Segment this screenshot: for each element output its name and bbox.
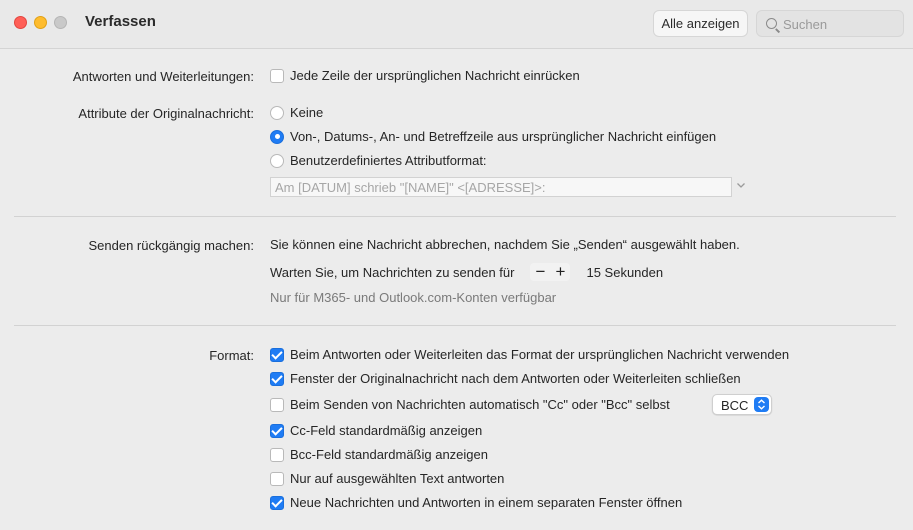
attribution-label: Attribute der Originalnachricht: — [78, 106, 254, 121]
up-down-chevron-icon — [754, 397, 769, 412]
format-option-original-format[interactable]: Beim Antworten oder Weiterleiten das For… — [270, 347, 789, 362]
undo-send-delay-row: Warten Sie, um Nachrichten zu senden für… — [270, 262, 664, 281]
search-field[interactable] — [756, 10, 904, 37]
show-all-button[interactable]: Alle anzeigen — [653, 10, 748, 37]
show-cc-checkbox[interactable] — [270, 423, 284, 438]
custom-attribution-input[interactable] — [271, 178, 731, 196]
separate-window-checkbox[interactable] — [270, 495, 284, 510]
attribution-option-none[interactable]: Keine — [270, 105, 323, 120]
format-option-show-cc[interactable]: Cc-Feld standardmäßig anzeigen — [270, 423, 482, 438]
show-bcc-checkbox[interactable] — [270, 447, 284, 462]
radio-none-label: Keine — [290, 105, 324, 120]
attribution-option-headers[interactable]: Von-, Datums-, An- und Betreffzeile aus … — [270, 129, 716, 144]
undo-send-wait-label: Warten Sie, um Nachrichten zu senden für — [270, 264, 515, 280]
attribution-option-custom[interactable]: Benutzerdefiniertes Attributformat: — [270, 153, 487, 168]
decrement-button[interactable]: − — [530, 262, 550, 281]
indent-option[interactable]: Jede Zeile der ursprünglichen Nachricht … — [270, 68, 580, 83]
undo-send-description: Sie können eine Nachricht abbrechen, nac… — [270, 237, 740, 252]
cc-bcc-select[interactable]: BCC — [712, 394, 772, 415]
close-original-label: Fenster der Originalnachricht nach dem A… — [290, 371, 741, 386]
separate-window-label: Neue Nachrichten und Antworten in einem … — [290, 495, 683, 510]
format-label: Format: — [209, 348, 254, 363]
auto-cc-label: Beim Senden von Nachrichten automatisch … — [290, 397, 670, 412]
cc-bcc-select-value: BCC — [721, 398, 749, 413]
radio-custom[interactable] — [270, 153, 284, 168]
reply-selected-label: Nur auf ausgewählten Text antworten — [290, 471, 505, 486]
delay-stepper[interactable]: − + — [530, 262, 571, 281]
radio-none[interactable] — [270, 105, 284, 120]
format-option-reply-selected[interactable]: Nur auf ausgewählten Text antworten — [270, 471, 504, 486]
format-option-separate-window[interactable]: Neue Nachrichten und Antworten in einem … — [270, 495, 682, 510]
format-option-show-bcc[interactable]: Bcc-Feld standardmäßig anzeigen — [270, 447, 488, 462]
show-bcc-label: Bcc-Feld standardmäßig anzeigen — [290, 447, 488, 462]
format-option-auto-cc[interactable]: Beim Senden von Nachrichten automatisch … — [270, 397, 670, 412]
undo-send-label: Senden rückgängig machen: — [88, 238, 254, 253]
search-icon — [766, 18, 777, 29]
radio-headers[interactable] — [270, 129, 284, 144]
search-input[interactable] — [783, 15, 899, 33]
original-format-checkbox[interactable] — [270, 347, 284, 362]
radio-headers-label: Von-, Datums-, An- und Betreffzeile aus … — [290, 129, 717, 144]
auto-cc-checkbox[interactable] — [270, 397, 284, 412]
show-cc-label: Cc-Feld standardmäßig anzeigen — [290, 423, 483, 438]
zoom-window-button[interactable] — [54, 16, 67, 29]
section-divider — [14, 216, 896, 217]
reply-forward-label: Antworten und Weiterleitungen: — [72, 69, 254, 84]
increment-button[interactable]: + — [550, 262, 570, 281]
format-option-close-original[interactable]: Fenster der Originalnachricht nach dem A… — [270, 371, 741, 386]
indent-option-label: Jede Zeile der ursprünglichen Nachricht … — [290, 68, 580, 83]
indent-checkbox[interactable] — [270, 68, 284, 83]
section-divider — [14, 325, 896, 326]
close-original-checkbox[interactable] — [270, 371, 284, 386]
original-format-label: Beim Antworten oder Weiterleiten das For… — [290, 347, 790, 362]
radio-custom-label: Benutzerdefiniertes Attributformat: — [290, 153, 487, 168]
undo-send-note: Nur für M365- und Outlook.com-Konten ver… — [270, 290, 557, 305]
custom-attribution-field[interactable] — [270, 177, 732, 197]
title-bar: Verfassen Alle anzeigen — [0, 0, 913, 49]
reply-selected-checkbox[interactable] — [270, 471, 284, 486]
minimize-window-button[interactable] — [34, 16, 47, 29]
close-window-button[interactable] — [14, 16, 27, 29]
window-title: Verfassen — [85, 13, 156, 30]
chevron-down-icon[interactable] — [736, 180, 746, 190]
delay-value: 15 Sekunden — [586, 264, 664, 280]
